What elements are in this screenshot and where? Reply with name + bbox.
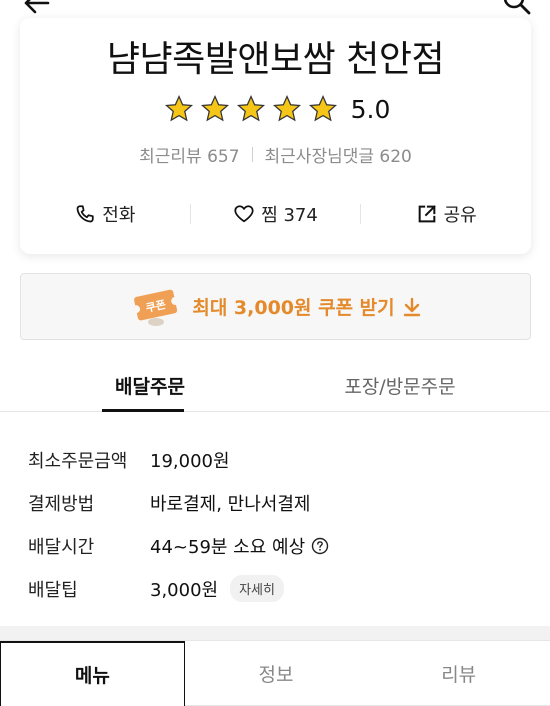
- like-button[interactable]: 찜 374: [191, 201, 361, 227]
- star-icon: [164, 94, 193, 122]
- delivery-time-value: 44~59분 소요 예상: [150, 536, 306, 558]
- action-bar: 전화 찜 374 공유: [20, 198, 531, 230]
- tab-info[interactable]: 정보: [184, 641, 368, 706]
- info-row-delivery-tip: 배달팁 3,000원 자세히: [28, 567, 528, 610]
- share-icon: [418, 205, 436, 223]
- delivery-info: 최소주문금액 19,000원 결제방법 바로결제, 만나서결제 배달시간 44~…: [28, 438, 528, 610]
- recent-reviews-link[interactable]: 최근리뷰 657: [139, 142, 239, 167]
- share-button[interactable]: 공유: [361, 201, 531, 227]
- star-icon: [272, 94, 301, 122]
- arrow-left-icon[interactable]: [22, 0, 52, 16]
- order-type-tabs: 배달주문 포장/방문주문: [0, 360, 550, 412]
- tab-info-label: 정보: [258, 663, 294, 686]
- tab-menu-label: 메뉴: [74, 665, 110, 687]
- tab-delivery[interactable]: 배달주문: [0, 360, 275, 411]
- rating-value: 5.0: [350, 94, 391, 124]
- tab-menu[interactable]: 메뉴: [0, 641, 185, 706]
- coupon-ticket-icon: 쿠폰: [132, 289, 180, 326]
- section-divider: [0, 626, 550, 640]
- info-label: 배달팁: [28, 579, 78, 601]
- star-icon: [200, 94, 229, 122]
- delivery-tip-value: 3,000원: [150, 579, 219, 601]
- search-icon[interactable]: [502, 0, 532, 16]
- store-name: 냠냠족발앤보쌈 천안점: [106, 39, 445, 80]
- call-button[interactable]: 전화: [20, 201, 190, 227]
- share-label: 공유: [443, 205, 477, 226]
- rating-row: 5.0: [20, 94, 531, 124]
- tab-delivery-label: 배달주문: [115, 376, 185, 398]
- info-value: 3,000원 자세히: [150, 575, 284, 602]
- tab-pickup-label: 포장/방문주문: [344, 376, 456, 398]
- tip-detail-button[interactable]: 자세히: [230, 575, 284, 602]
- phone-icon: [76, 205, 94, 223]
- info-label: 최소주문금액: [28, 450, 128, 472]
- call-label: 전화: [102, 205, 136, 226]
- info-label: 결제방법: [28, 493, 95, 515]
- coupon-download-button[interactable]: 쿠폰 최대 3,000원 쿠폰 받기: [20, 273, 531, 340]
- info-value: 44~59분 소요 예상: [150, 533, 329, 559]
- heart-icon: [234, 205, 254, 223]
- owner-replies-link[interactable]: 최근사장님댓글 620: [265, 142, 412, 167]
- review-summary: 최근리뷰 657 최근사장님댓글 620: [20, 142, 531, 167]
- tab-review[interactable]: 리뷰: [367, 641, 550, 706]
- info-value: 19,000원: [150, 450, 230, 472]
- download-arrow-icon: [403, 297, 420, 316]
- info-value: 바로결제, 만나서결제: [150, 493, 311, 515]
- info-label: 배달시간: [28, 536, 95, 558]
- coupon-label: 최대 3,000원 쿠폰 받기: [192, 297, 395, 319]
- tab-review-label: 리뷰: [441, 663, 477, 686]
- star-icon: [308, 94, 337, 122]
- info-row-delivery-time: 배달시간 44~59분 소요 예상: [28, 524, 528, 567]
- content-tabs: 메뉴 정보 리뷰: [0, 640, 550, 706]
- star-icon: [236, 94, 265, 122]
- tab-pickup[interactable]: 포장/방문주문: [275, 360, 550, 411]
- info-row-payment: 결제방법 바로결제, 만나서결제: [28, 481, 528, 524]
- like-label: 찜 374: [261, 205, 318, 226]
- question-circle-icon[interactable]: [311, 537, 329, 555]
- info-row-min-order: 최소주문금액 19,000원: [28, 438, 528, 481]
- divider: [251, 147, 253, 162]
- store-info-card: 냠냠족발앤보쌈 천안점 5.0 최근리뷰 657 최근사장님댓글 620 전화 …: [20, 18, 531, 254]
